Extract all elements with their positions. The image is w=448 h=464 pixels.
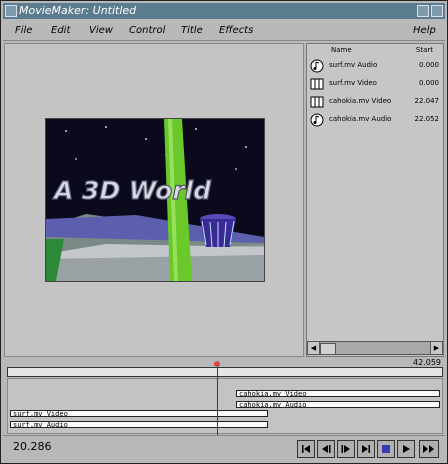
timeline-tracks: cahokia.mv Video cahokia.mv Audio surf.m… bbox=[7, 378, 443, 434]
step-forward-icon bbox=[341, 445, 350, 453]
menu-file[interactable]: File bbox=[15, 25, 32, 36]
window-title: MovieMaker: Untitled bbox=[19, 4, 137, 17]
timeline-end-time: 42.059 bbox=[413, 358, 441, 367]
menu-bar: File Edit View Control Title Effects Hel… bbox=[3, 22, 445, 41]
minimize-button[interactable] bbox=[417, 5, 429, 17]
audio-clip-icon bbox=[310, 58, 324, 73]
play-button[interactable] bbox=[397, 440, 415, 458]
clip-list-scrollbar[interactable]: ◀ ▶ bbox=[307, 341, 443, 355]
video-clip-icon bbox=[310, 94, 324, 108]
video-preview[interactable]: A 3D World bbox=[45, 118, 265, 282]
track-surf-audio[interactable]: surf.mv Audio bbox=[10, 421, 268, 429]
step-forward-button[interactable] bbox=[337, 440, 355, 458]
menu-edit[interactable]: Edit bbox=[51, 25, 70, 36]
clip-column-start-header: Start bbox=[415, 46, 433, 54]
track-cahokia-audio[interactable]: cahokia.mv Audio bbox=[236, 401, 440, 409]
title-bar[interactable]: MovieMaker: Untitled bbox=[3, 3, 445, 19]
scroll-left-button[interactable]: ◀ bbox=[308, 342, 320, 354]
clip-row[interactable]: surf.mv Video 0.000 bbox=[309, 76, 441, 92]
menu-view[interactable]: View bbox=[89, 25, 113, 36]
timeline-ruler[interactable] bbox=[7, 367, 443, 377]
scroll-right-button[interactable]: ▶ bbox=[430, 342, 442, 354]
track-cahokia-video[interactable]: cahokia.mv Video bbox=[236, 390, 440, 398]
menu-title[interactable]: Title bbox=[181, 25, 203, 36]
clip-start: 22.047 bbox=[414, 97, 440, 105]
play-icon bbox=[403, 445, 410, 453]
clip-list-panel: Name Start surf.mv Audio 0.000 surf.mv V… bbox=[306, 43, 444, 357]
step-back-icon bbox=[322, 445, 331, 453]
clip-column-name-header: Name bbox=[331, 46, 352, 54]
current-time: 20.286 bbox=[13, 440, 52, 453]
step-back-button[interactable] bbox=[317, 440, 335, 458]
menu-control[interactable]: Control bbox=[129, 25, 165, 36]
stop-icon bbox=[382, 445, 390, 453]
scrollbar-thumb[interactable] bbox=[320, 343, 336, 355]
clip-name: cahokia.mv Audio bbox=[329, 115, 392, 123]
window-menu-button[interactable] bbox=[5, 5, 17, 17]
clip-name: surf.mv Video bbox=[329, 79, 377, 87]
clip-name: surf.mv Audio bbox=[329, 61, 378, 69]
clip-start: 0.000 bbox=[418, 79, 439, 87]
skip-to-start-icon bbox=[302, 445, 310, 453]
moviemaker-window: MovieMaker: Untitled File Edit View Cont… bbox=[0, 0, 448, 464]
menu-help[interactable]: Help bbox=[413, 25, 436, 36]
preview-area: A 3D World bbox=[4, 43, 304, 357]
playhead-line[interactable] bbox=[217, 365, 218, 435]
skip-to-end-icon bbox=[362, 445, 370, 453]
stop-button[interactable] bbox=[377, 440, 395, 458]
clip-start: 0.000 bbox=[418, 61, 439, 69]
maximize-button[interactable] bbox=[431, 5, 443, 17]
go-to-start-button[interactable] bbox=[297, 440, 315, 458]
loop-play-icon bbox=[423, 445, 434, 453]
preview-title-text: A 3D World bbox=[52, 176, 212, 205]
clip-start: 22.052 bbox=[414, 115, 440, 123]
go-to-end-button[interactable] bbox=[357, 440, 375, 458]
audio-clip-icon bbox=[310, 112, 324, 127]
video-clip-icon bbox=[310, 76, 324, 90]
loop-button[interactable] bbox=[419, 440, 439, 458]
clip-row[interactable]: cahokia.mv Audio 22.052 bbox=[309, 112, 441, 128]
menu-effects[interactable]: Effects bbox=[219, 25, 253, 36]
track-surf-video[interactable]: surf.mv Video bbox=[10, 410, 268, 418]
clip-name: cahokia.mv Video bbox=[329, 97, 392, 105]
video-frame-image: A 3D World bbox=[46, 119, 264, 281]
clip-row[interactable]: cahokia.mv Video 22.047 bbox=[309, 94, 441, 110]
clip-row[interactable]: surf.mv Audio 0.000 bbox=[309, 58, 441, 74]
